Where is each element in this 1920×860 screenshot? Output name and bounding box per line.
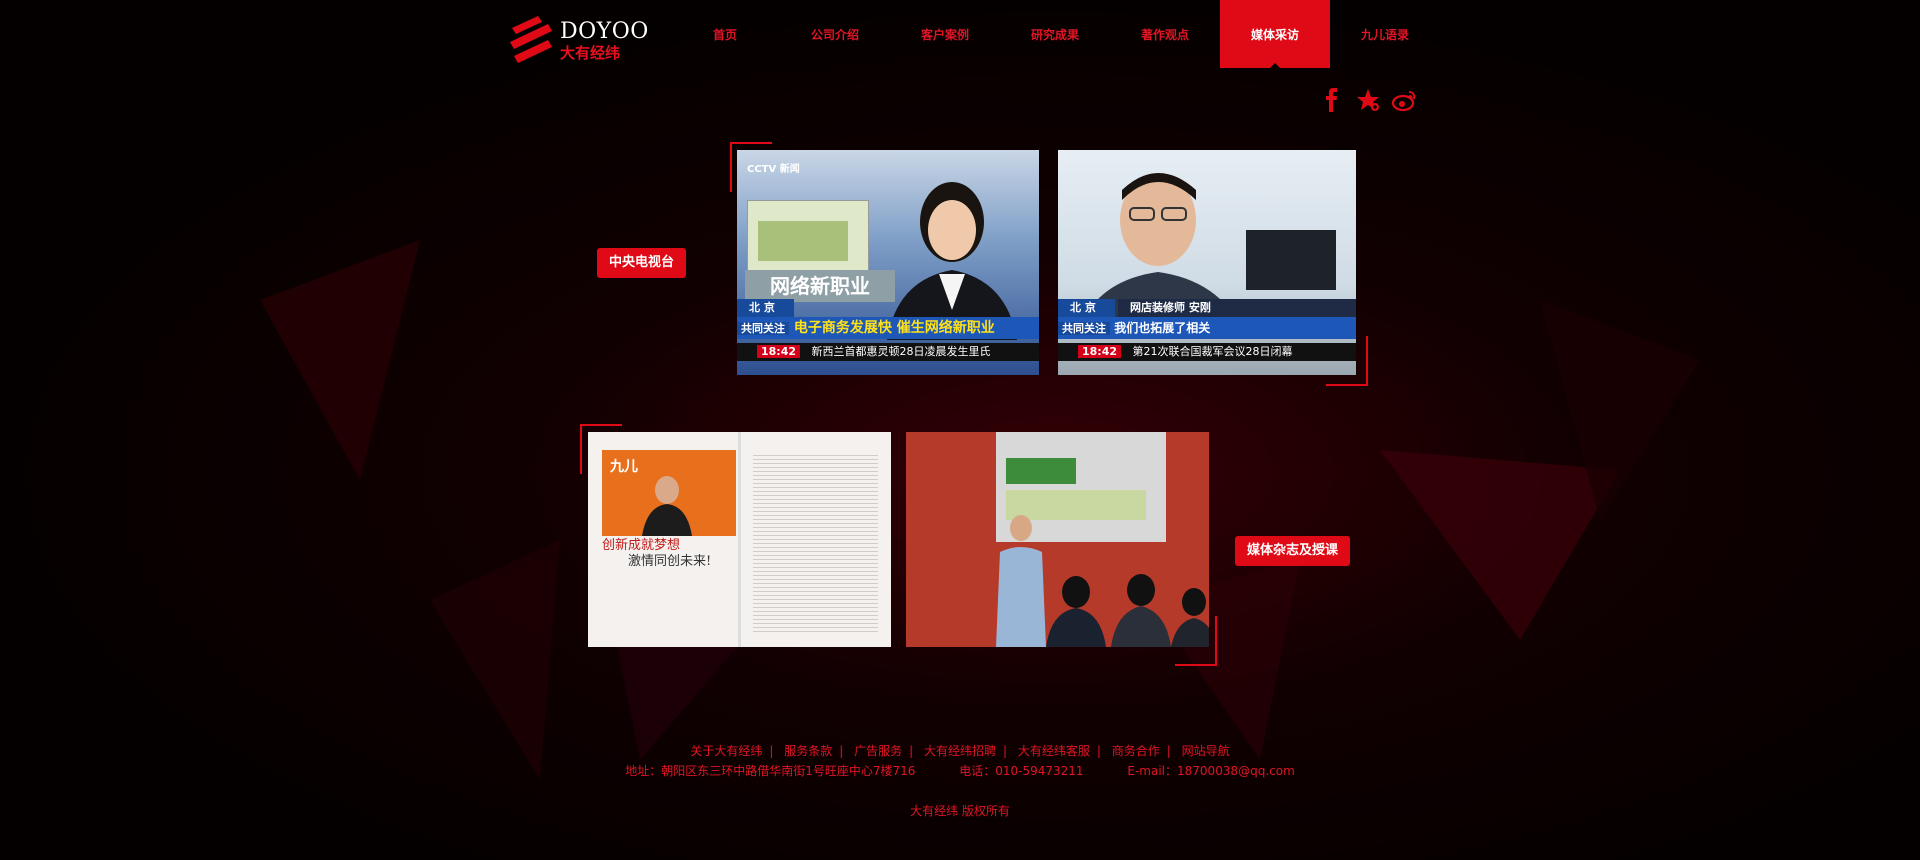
footer-link-jobs[interactable]: 大有经纬招聘 [924, 744, 996, 758]
magazine-text-columns [753, 452, 878, 632]
computer-screens [1246, 230, 1336, 290]
program-title: 网络新职业 [745, 270, 895, 302]
star-bookmark-icon[interactable] [1356, 88, 1380, 112]
footer-link-service[interactable]: 大有经纬客服 [1018, 744, 1090, 758]
magazine-logo: 九儿 [610, 459, 638, 475]
nav-item-quotes[interactable]: 九儿语录 [1330, 0, 1440, 68]
footer-link-ads[interactable]: 广告服务 [854, 744, 902, 758]
location-label: 北 京 [1058, 299, 1115, 317]
cctv-tag[interactable]: 中央电视台 [597, 248, 687, 278]
footer-link-about[interactable]: 关于大有经纬 [690, 744, 762, 758]
audience-figures [1046, 574, 1209, 647]
nav-item-research[interactable]: 研究成果 [1000, 0, 1110, 68]
footer-link-business[interactable]: 商务合作 [1112, 744, 1160, 758]
magazine-tag[interactable]: 媒体杂志及授课 [1235, 536, 1351, 566]
background-shards [260, 240, 1700, 780]
headline-prefix: 共同关注 [1058, 322, 1110, 335]
magazine-photo[interactable]: 九儿 创新成就梦想 激情同创未来! [588, 432, 891, 647]
footer-link-sitemap[interactable]: 网站导航 [1182, 744, 1230, 758]
magazine-spine [738, 432, 741, 647]
ticker-bar: 18:42 新西兰首都惠灵顿28日凌晨发生里氏 [737, 343, 1039, 361]
nav-item-books[interactable]: 著作观点 [1110, 0, 1220, 68]
nav-item-cases[interactable]: 客户案例 [890, 0, 1000, 68]
headline-prefix: 共同关注 [737, 322, 789, 335]
cctv-photo-interview[interactable]: 北 京 网店装修师 安刚 共同关注 我们也拓展了相关 18:42 第21次联合国… [1058, 150, 1356, 375]
time-label: 18:42 [1078, 345, 1122, 358]
nav-item-company[interactable]: 公司介绍 [780, 0, 890, 68]
facebook-icon[interactable] [1320, 88, 1344, 112]
cctv-photo-anchor[interactable]: CCTV 新闻 网络新职业 北 京 共同关注 电子商务发展快 催生网络新职业 1… [737, 150, 1039, 375]
time-label: 18:42 [757, 345, 801, 358]
ticker-text: 新西兰首都惠灵顿28日凌晨发生里氏 [811, 345, 991, 358]
footer-copyright: 大有经纬 版权所有 [910, 804, 1010, 818]
footer-phone: 电话：010-59473211 [959, 764, 1084, 778]
footer-contact: 地址：朝阳区东三环中路借华南街1号旺座中心7楼716 电话：010-594732… [0, 762, 1920, 779]
headline-text: 电子商务发展快 催生网络新职业 [793, 320, 995, 336]
weibo-icon[interactable] [1391, 88, 1416, 112]
magazine-cover-photo: 九儿 [602, 450, 736, 536]
lecture-photo[interactable] [906, 432, 1209, 647]
ticker-text: 第21次联合国裁军会议28日闭幕 [1132, 345, 1293, 358]
anchor-figure [887, 182, 1017, 340]
footer-link-terms[interactable]: 服务条款 [784, 744, 832, 758]
magazine-headline-2: 激情同创未来! [628, 554, 712, 569]
footer-email: E-mail：18700038@qq.com [1127, 764, 1295, 778]
location-label: 北 京 [737, 299, 794, 317]
cctv-logo: CCTV 新闻 [747, 164, 800, 175]
nav-item-home[interactable]: 首页 [670, 0, 780, 68]
footer-links: 关于大有经纬 | 服务条款 | 广告服务 | 大有经纬招聘 | 大有经纬客服 | 商务合作… [690, 744, 1230, 758]
name-label: 网店装修师 安刚 [1118, 299, 1356, 317]
nav-item-media[interactable]: 媒体采访 [1220, 0, 1330, 68]
social-links [1320, 88, 1416, 112]
logo-text-cn: 大有经纬 [560, 44, 621, 62]
ticker-bar: 18:42 第21次联合国裁军会议28日闭幕 [1058, 343, 1356, 361]
main-nav: 首页 公司介绍 客户案例 研究成果 著作观点 媒体采访 九儿语录 [670, 0, 1440, 68]
logo-text-en: DOYOO [560, 19, 649, 44]
footer-address: 地址：朝阳区东三环中路借华南街1号旺座中心7楼716 [625, 764, 916, 778]
headline-text: 我们也拓展了相关 [1114, 321, 1211, 335]
headline-bar: 共同关注 我们也拓展了相关 [1058, 317, 1356, 339]
headline-bar: 共同关注 电子商务发展快 催生网络新职业 [737, 317, 1039, 339]
